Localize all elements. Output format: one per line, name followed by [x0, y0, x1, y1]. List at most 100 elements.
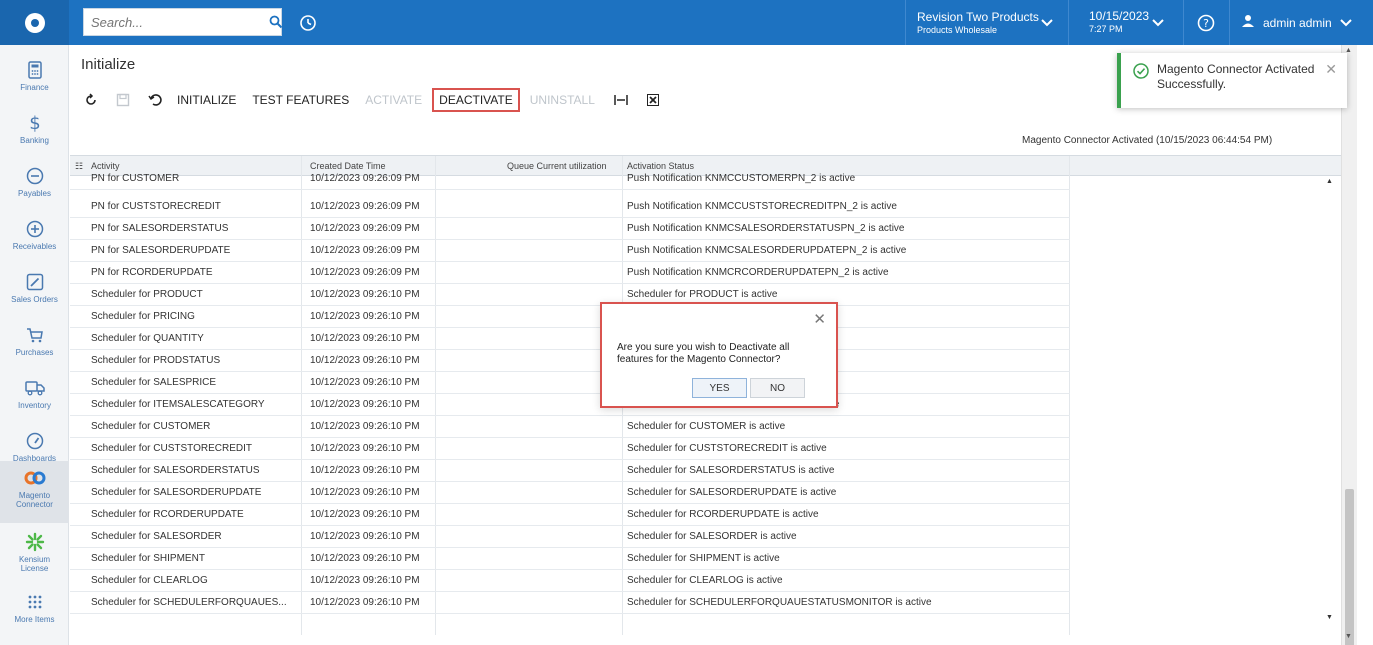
scroll-up-arrow-icon[interactable]: ▲ [1326, 178, 1333, 185]
sidebar-item-sales-orders[interactable]: Sales Orders [0, 265, 69, 317]
topbar-separator [1183, 0, 1184, 45]
toolbar: INITIALIZE TEST FEATURES ACTIVATE DEACTI… [81, 88, 675, 112]
table-row[interactable]: Scheduler for RCORDERUPDATE 10/12/2023 0… [70, 504, 1070, 526]
sidebar-item-inventory[interactable]: Inventory [0, 371, 69, 423]
scroll-down-arrow-icon[interactable]: ▼ [1345, 633, 1352, 640]
table-row[interactable]: Scheduler for SHIPMENT 10/12/2023 09:26:… [70, 548, 1070, 570]
refresh-icon[interactable] [81, 90, 101, 110]
table-row[interactable]: PN for CUSTOMER 10/12/2023 09:26:09 PM P… [70, 168, 1070, 190]
svg-text:?: ? [1203, 17, 1209, 30]
chevron-down-icon [1152, 14, 1164, 32]
cell-activity: Scheduler for SHIPMENT [91, 553, 205, 564]
sidebar-item-payables[interactable]: Payables [0, 159, 69, 211]
table-row[interactable]: Scheduler for SCHEDULERFORQUAUES... 10/1… [70, 592, 1070, 614]
table-row[interactable]: Scheduler for CLEARLOG 10/12/2023 09:26:… [70, 570, 1070, 592]
test-features-button[interactable]: TEST FEATURES [252, 93, 349, 107]
sidebar-item-kensium-license[interactable]: Kensium License [0, 525, 69, 577]
cell-created: 10/12/2023 09:26:10 PM [310, 355, 420, 366]
help-icon[interactable]: ? [1195, 12, 1217, 34]
close-icon[interactable]: ✕ [813, 310, 826, 328]
cell-status: Push Notification KNMCCUSTOMERPN_2 is ac… [627, 173, 856, 184]
scroll-down-arrow-icon[interactable]: ▼ [1326, 614, 1333, 621]
user-menu[interactable]: admin admin [1241, 0, 1373, 45]
scroll-thumb[interactable] [1345, 489, 1354, 645]
table-row[interactable]: PN for SALESORDERSTATUS 10/12/2023 09:26… [70, 218, 1070, 240]
cell-created: 10/12/2023 09:26:10 PM [310, 553, 420, 564]
user-icon [1241, 14, 1255, 31]
kensium-icon [24, 531, 46, 553]
cell-created: 10/12/2023 09:26:10 PM [310, 443, 420, 454]
export-excel-icon[interactable] [643, 90, 663, 110]
sidebar-item-label: Purchases [15, 348, 54, 357]
table-row[interactable]: Scheduler for CUSTSTORECREDIT 10/12/2023… [70, 438, 1070, 460]
cell-created: 10/12/2023 09:26:10 PM [310, 465, 420, 476]
table-row[interactable]: Scheduler for ITEMSALESCATEGORY 10/12/20… [70, 394, 1070, 416]
user-name: admin admin [1263, 15, 1332, 30]
cell-activity: Scheduler for QUANTITY [91, 333, 204, 344]
cell-activity: Scheduler for SALESORDERUPDATE [91, 487, 262, 498]
table-row[interactable]: PN for SALESORDERUPDATE 10/12/2023 09:26… [70, 240, 1070, 262]
cell-activity: Scheduler for RCORDERUPDATE [91, 509, 244, 520]
sidebar-item-finance[interactable]: Finance [0, 53, 69, 105]
table-row[interactable]: Scheduler for SALESORDER 10/12/2023 09:2… [70, 526, 1070, 548]
sidebar-item-more-items[interactable]: More Items [0, 585, 69, 637]
cell-created: 10/12/2023 09:26:10 PM [310, 531, 420, 542]
grid-scrollbar[interactable]: ▲ ▼ [1326, 178, 1336, 633]
business-date-selector[interactable]: 10/15/2023 7:27 PM [1078, 0, 1178, 45]
dollar-icon: $ [24, 112, 46, 134]
tenant-selector[interactable]: Revision Two Products Products Wholesale [917, 0, 1065, 45]
history-icon[interactable] [296, 11, 320, 35]
undo-icon[interactable] [145, 90, 165, 110]
sidebar-item-purchases[interactable]: Purchases [0, 318, 69, 370]
success-toast: Magento Connector Activated Successfully… [1117, 53, 1347, 108]
acumatica-logo-icon [24, 12, 45, 33]
page-scrollbar[interactable]: ▲ ▼ [1341, 45, 1357, 645]
table-row[interactable]: Scheduler for QUANTITY 10/12/2023 09:26:… [70, 328, 1070, 350]
sidebar-item-magento-connector[interactable]: Magento Connector [0, 461, 69, 523]
table-row[interactable]: Scheduler for CUSTOMER 10/12/2023 09:26:… [70, 416, 1070, 438]
yes-button[interactable]: YES [692, 378, 747, 398]
gauge-icon [24, 430, 46, 452]
table-row[interactable]: Scheduler for PRODUCT 10/12/2023 09:26:1… [70, 284, 1070, 306]
cell-created: 10/12/2023 09:26:10 PM [310, 597, 420, 608]
cell-status: Scheduler for CUSTOMER is active [627, 421, 786, 432]
cell-activity: Scheduler for SCHEDULERFORQUAUES... [91, 597, 287, 608]
no-button[interactable]: NO [750, 378, 805, 398]
sidebar-item-receivables[interactable]: Receivables [0, 212, 69, 264]
table-row[interactable]: PN for CUSTSTORECREDIT 10/12/2023 09:26:… [70, 196, 1070, 218]
cell-created: 10/12/2023 09:26:10 PM [310, 333, 420, 344]
table-row[interactable]: Scheduler for SALESORDERSTATUS 10/12/202… [70, 460, 1070, 482]
initialize-button[interactable]: INITIALIZE [177, 93, 236, 107]
table-row[interactable]: Scheduler for SALESORDERUPDATE 10/12/202… [70, 482, 1070, 504]
close-icon[interactable]: ✕ [1325, 61, 1337, 78]
search-box [83, 8, 283, 36]
cell-status: Push Notification KNMCRCORDERUPDATEPN_2 … [627, 267, 889, 278]
magento-connector-icon [24, 467, 46, 489]
cell-created: 10/12/2023 09:26:10 PM [310, 377, 420, 388]
business-time: 7:27 PM [1089, 24, 1123, 34]
sidebar-item-label: Sales Orders [11, 295, 58, 304]
sidebar-item-banking[interactable]: $ Banking [0, 106, 69, 158]
cell-created: 10/12/2023 09:26:10 PM [310, 399, 420, 410]
fit-columns-icon[interactable] [611, 90, 631, 110]
sidebar-item-label: Banking [20, 136, 49, 145]
sidebar-item-label: Finance [20, 83, 49, 92]
table-row[interactable]: Scheduler for PRICING 10/12/2023 09:26:1… [70, 306, 1070, 328]
table-row[interactable]: PN for RCORDERUPDATE 10/12/2023 09:26:09… [70, 262, 1070, 284]
deactivate-button[interactable]: DEACTIVATE [432, 88, 520, 112]
minus-circle-icon [24, 165, 46, 187]
table-row[interactable]: Scheduler for PRODSTATUS 10/12/2023 09:2… [70, 350, 1070, 372]
activate-button: ACTIVATE [365, 93, 423, 107]
logo-button[interactable] [0, 0, 69, 45]
cell-status: Push Notification KNMCCUSTSTORECREDITPN_… [627, 201, 897, 212]
cell-created: 10/12/2023 09:26:09 PM [310, 201, 420, 212]
search-icon[interactable] [269, 9, 283, 35]
sidebar-item-label: Kensium License [18, 555, 51, 573]
table-row[interactable]: Scheduler for SALESPRICE 10/12/2023 09:2… [70, 372, 1070, 394]
business-date: 10/15/2023 [1089, 9, 1150, 23]
top-bar: Revision Two Products Products Wholesale… [0, 0, 1373, 45]
search-input[interactable] [84, 9, 269, 35]
cell-created: 10/12/2023 09:26:09 PM [310, 173, 420, 184]
topbar-separator [1068, 0, 1069, 45]
cell-status: Scheduler for SALESORDERUPDATE is active [627, 487, 837, 498]
